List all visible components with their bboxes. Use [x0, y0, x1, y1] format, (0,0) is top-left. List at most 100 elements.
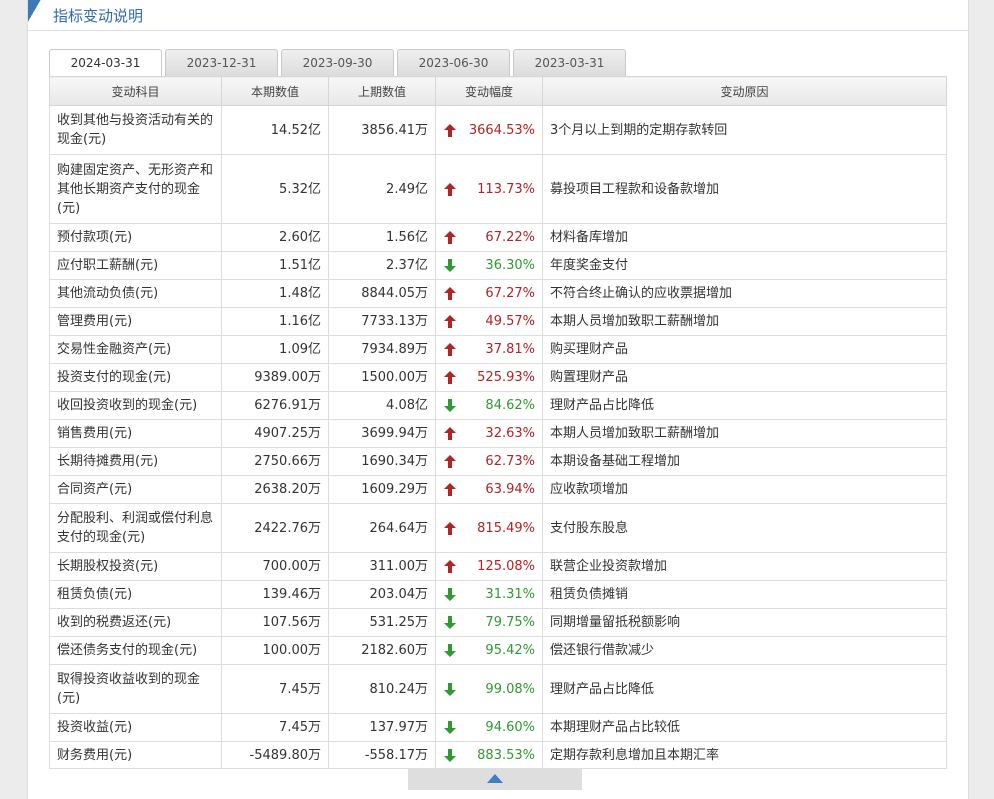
- table-row: 投资收益(元) 7.45万 137.97万 94.60% 本期理财产品占比较低: [49, 713, 947, 742]
- current-value-cell: 1.51亿: [221, 251, 329, 280]
- change-rate-cell: 32.63%: [435, 419, 543, 448]
- change-rate-value: 3664.53%: [468, 122, 535, 138]
- table-row: 收到的税费返还(元) 107.56万 531.25万 79.75% 同期增量留抵税额影响: [49, 608, 947, 637]
- change-reason-cell: 同期增量留抵税额影响: [542, 608, 947, 637]
- tab-period[interactable]: 2023-09-30: [281, 49, 394, 76]
- change-rate-value: 63.94%: [485, 482, 535, 497]
- change-rate-cell: 883.53%: [435, 741, 543, 769]
- change-rate-cell: 36.30%: [435, 251, 543, 280]
- change-reason-cell: 本期人员增加致职工薪酬增加: [542, 307, 947, 336]
- arrow-up-icon: [444, 182, 456, 196]
- item-name-cell: 管理费用(元): [49, 307, 222, 336]
- previous-value-cell: 2.37亿: [328, 251, 436, 280]
- change-rate-cell: 113.73%: [435, 154, 543, 224]
- change-rate-value: 525.93%: [477, 370, 535, 385]
- change-rate-cell: 62.73%: [435, 447, 543, 476]
- current-value-cell: 139.46万: [221, 580, 329, 609]
- tab-period[interactable]: 2023-12-31: [165, 49, 278, 76]
- change-reason-cell: 不符合终止确认的应收票据增加: [542, 279, 947, 308]
- previous-value-cell: 264.64万: [328, 503, 436, 553]
- current-value-cell: 2.60亿: [221, 223, 329, 252]
- previous-value-cell: -558.17万: [328, 741, 436, 769]
- previous-value-cell: 2182.60万: [328, 636, 436, 665]
- arrow-down-icon: [444, 748, 456, 762]
- arrow-up-icon: [444, 231, 456, 244]
- change-reason-cell: 购置理财产品: [542, 363, 947, 392]
- section-title: 指标变动说明: [53, 7, 144, 25]
- arrow-up-icon: [444, 455, 456, 468]
- tab-period[interactable]: 2023-06-30: [397, 49, 510, 76]
- change-rate-value: 79.75%: [485, 615, 535, 630]
- change-rate-value: 49.57%: [485, 314, 535, 329]
- arrow-down-icon: [444, 721, 456, 734]
- current-value-cell: 14.52亿: [221, 105, 329, 155]
- change-rate-cell: 63.94%: [435, 475, 543, 504]
- item-name-cell: 租赁负债(元): [49, 580, 222, 609]
- table-row: 长期股权投资(元) 700.00万 311.00万 125.08% 联营企业投资款增加: [49, 552, 947, 581]
- change-reason-cell: 支付股东股息: [542, 503, 947, 553]
- previous-value-cell: 1.56亿: [328, 223, 436, 252]
- triangle-up-icon: [487, 774, 503, 783]
- expand-toggle-button[interactable]: [408, 768, 582, 790]
- change-reason-cell: 3个月以上到期的定期存款转回: [542, 105, 947, 155]
- table-row: 应付职工薪酬(元) 1.51亿 2.37亿 36.30% 年度奖金支付: [49, 251, 947, 280]
- table-row: 长期待摊费用(元) 2750.66万 1690.34万 62.73% 本期设备基础工程增…: [49, 447, 947, 476]
- item-name-cell: 购建固定资产、无形资产和其他长期资产支付的现金(元): [49, 154, 222, 224]
- change-rate-value: 62.73%: [485, 454, 535, 469]
- arrow-up-icon: [444, 371, 456, 384]
- header-change-rate: 变动幅度: [435, 76, 543, 106]
- previous-value-cell: 311.00万: [328, 552, 436, 581]
- table-row: 收回投资收到的现金(元) 6276.91万 4.08亿 84.62% 理财产品占比降低: [49, 391, 947, 420]
- header-item: 变动科目: [49, 76, 222, 106]
- item-name-cell: 分配股利、利润或偿付利息支付的现金(元): [49, 503, 222, 553]
- tab-period[interactable]: 2024-03-31: [49, 49, 162, 77]
- change-rate-value: 125.08%: [477, 559, 535, 574]
- current-value-cell: 4907.25万: [221, 419, 329, 448]
- table-row: 租赁负债(元) 139.46万 203.04万 31.31% 租赁负债摊销: [49, 580, 947, 609]
- change-rate-cell: 95.42%: [435, 636, 543, 665]
- change-reason-cell: 定期存款利息增加且本期汇率: [542, 741, 947, 769]
- arrow-down-icon: [444, 399, 456, 412]
- change-reason-cell: 理财产品占比降低: [542, 391, 947, 420]
- previous-value-cell: 1690.34万: [328, 447, 436, 476]
- table-row: 分配股利、利润或偿付利息支付的现金(元) 2422.76万 264.64万 815.4…: [49, 503, 947, 553]
- previous-value-cell: 7934.89万: [328, 335, 436, 364]
- previous-value-cell: 2.49亿: [328, 154, 436, 224]
- table-row: 购建固定资产、无形资产和其他长期资产支付的现金(元) 5.32亿 2.49亿 113.…: [49, 154, 947, 224]
- change-rate-cell: 125.08%: [435, 552, 543, 581]
- item-name-cell: 投资收益(元): [49, 713, 222, 742]
- item-name-cell: 应付职工薪酬(元): [49, 251, 222, 280]
- item-name-cell: 取得投资收益收到的现金(元): [49, 664, 222, 714]
- current-value-cell: 7.45万: [221, 664, 329, 714]
- item-name-cell: 预付款项(元): [49, 223, 222, 252]
- change-rate-cell: 67.27%: [435, 279, 543, 308]
- change-reason-cell: 联营企业投资款增加: [542, 552, 947, 581]
- arrow-down-icon: [444, 616, 456, 629]
- arrow-up-icon: [444, 315, 456, 328]
- table-row: 收到其他与投资活动有关的现金(元) 14.52亿 3856.41万 3664.53% 3…: [49, 105, 947, 155]
- change-reason-cell: 偿还银行借款减少: [542, 636, 947, 665]
- header-reason: 变动原因: [542, 76, 947, 106]
- table-row: 合同资产(元) 2638.20万 1609.29万 63.94% 应收款项增加: [49, 475, 947, 504]
- change-rate-value: 37.81%: [485, 342, 535, 357]
- arrow-up-icon: [444, 483, 456, 496]
- item-name-cell: 偿还债务支付的现金(元): [49, 636, 222, 665]
- current-value-cell: 7.45万: [221, 713, 329, 742]
- current-value-cell: -5489.80万: [221, 741, 329, 769]
- change-rate-value: 99.08%: [485, 681, 535, 697]
- change-rate-value: 32.63%: [485, 426, 535, 441]
- change-reason-cell: 本期人员增加致职工薪酬增加: [542, 419, 947, 448]
- previous-value-cell: 7733.13万: [328, 307, 436, 336]
- change-reason-cell: 理财产品占比降低: [542, 664, 947, 714]
- current-value-cell: 1.16亿: [221, 307, 329, 336]
- arrow-down-icon: [444, 644, 456, 657]
- table-row: 其他流动负债(元) 1.48亿 8844.05万 67.27% 不符合终止确认的应收票据…: [49, 279, 947, 308]
- current-value-cell: 2750.66万: [221, 447, 329, 476]
- arrow-down-icon: [444, 588, 456, 601]
- current-value-cell: 5.32亿: [221, 154, 329, 224]
- change-rate-cell: 49.57%: [435, 307, 543, 336]
- current-value-cell: 2638.20万: [221, 475, 329, 504]
- previous-value-cell: 1500.00万: [328, 363, 436, 392]
- tab-period[interactable]: 2023-03-31: [513, 49, 626, 76]
- item-name-cell: 收回投资收到的现金(元): [49, 391, 222, 420]
